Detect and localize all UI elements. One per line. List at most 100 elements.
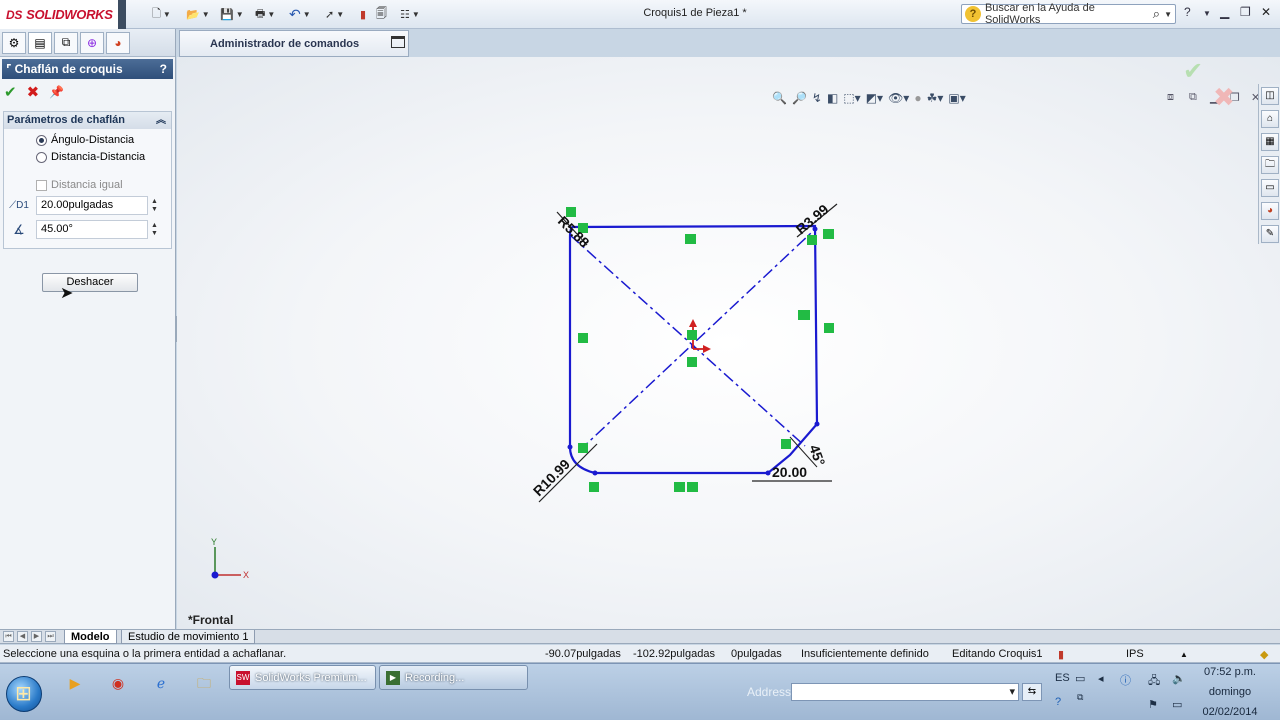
undo-toolbar-button[interactable]: ↶ ▼: [289, 5, 311, 23]
tab-modelo[interactable]: Modelo: [64, 630, 117, 644]
sketch-outline[interactable]: [538, 203, 838, 503]
relation-icon[interactable]: [589, 482, 599, 492]
sketch-canvas[interactable]: R5.88 R3.99 R10.99 20.00 45° Y X: [177, 57, 1280, 629]
distance-spinner[interactable]: ▲ ▼: [151, 198, 161, 214]
equal-distance-checkbox[interactable]: Distancia igual: [36, 179, 123, 191]
keyboard-icon[interactable]: ▭: [1075, 672, 1085, 685]
new-document-button[interactable]: 🗋 ▼: [152, 5, 171, 23]
sketch-point[interactable]: [765, 470, 771, 476]
design-library-icon[interactable]: ▦: [1261, 133, 1279, 151]
window-maximize-icon[interactable]: [391, 36, 405, 48]
relation-icon[interactable]: [687, 330, 697, 340]
solidworks-logo[interactable]: DS SOLIDWORKS: [0, 0, 118, 29]
next-tab-icon[interactable]: ▶: [31, 631, 42, 642]
resources-icon[interactable]: ◫: [1261, 87, 1279, 105]
tray-expand-icon[interactable]: ◂: [1098, 672, 1104, 685]
language-indicator[interactable]: ES: [1055, 672, 1070, 684]
tag-icon[interactable]: ◆: [1260, 648, 1268, 661]
volume-icon[interactable]: 🔈: [1172, 672, 1186, 685]
horizontal-relation-icon[interactable]: [685, 234, 696, 244]
checkbox-box[interactable]: [36, 179, 47, 191]
taskbar-item-recording[interactable]: ▶ Recording...: [379, 665, 528, 690]
dimension-bottom-left[interactable]: R10.99: [530, 456, 573, 499]
chevron-down-icon[interactable]: ▼: [412, 10, 420, 19]
chevron-down-icon[interactable]: ▼: [1164, 10, 1172, 19]
chevron-down-icon[interactable]: ▼: [1203, 9, 1211, 18]
feature-manager-tab[interactable]: ⚙: [2, 31, 26, 54]
custom-properties-icon[interactable]: ✎: [1261, 225, 1279, 243]
home-icon[interactable]: ⌂: [1261, 110, 1279, 128]
view-palette-icon[interactable]: ▭: [1261, 179, 1279, 197]
relation-icon[interactable]: [578, 443, 588, 453]
radio-angle-distance[interactable]: Ángulo-Distancia: [36, 134, 134, 146]
file-explorer-icon[interactable]: 🗀: [1261, 156, 1279, 174]
print-button[interactable]: 🖶 ▼: [255, 5, 275, 23]
options-button[interactable]: ☷ ▼: [400, 5, 420, 23]
screen-icon[interactable]: ▭: [1172, 698, 1182, 711]
chrome-icon[interactable]: ◉: [105, 670, 131, 696]
radio-dot[interactable]: [36, 134, 47, 146]
radio-distance-distance[interactable]: Distancia-Distancia: [36, 151, 145, 163]
address-input[interactable]: [791, 683, 1019, 701]
save-button[interactable]: 💾 ▼: [220, 5, 244, 23]
flag-icon[interactable]: ⚑: [1148, 698, 1158, 711]
relation-icon[interactable]: [807, 235, 817, 245]
chevron-down-icon[interactable]: ▼: [267, 10, 275, 19]
undo-button[interactable]: Deshacer: [42, 273, 138, 292]
help-tray-icon[interactable]: ?: [1055, 696, 1061, 708]
help-search-box[interactable]: ? Buscar en la Ayuda de SolidWorks ⌕ ▼: [961, 2, 1176, 26]
explorer-folder-icon[interactable]: 🗀: [191, 670, 217, 696]
relation-icon[interactable]: [798, 310, 810, 320]
tab-motion-study[interactable]: Estudio de movimiento 1: [121, 630, 256, 644]
sketch-point[interactable]: [567, 444, 573, 450]
restore-icon[interactable]: ❐: [1240, 5, 1251, 19]
rebuild-status-icon[interactable]: ▮: [1058, 648, 1064, 661]
help-menu-icon[interactable]: ?: [1184, 5, 1191, 19]
vertical-relation-icon[interactable]: [578, 333, 588, 343]
confirm-cancel-x-icon[interactable]: ✖: [1213, 82, 1235, 113]
relation-icon[interactable]: [687, 357, 697, 367]
cancel-x-icon[interactable]: ✖: [27, 83, 40, 101]
pushpin-icon[interactable]: 📌: [49, 85, 64, 99]
command-manager-bar[interactable]: Administrador de comandos: [179, 30, 409, 57]
clock-time[interactable]: 07:52 p.m.: [1200, 666, 1260, 678]
taskbar-item-solidworks[interactable]: SW SolidWorks Premium...: [229, 665, 376, 690]
close-icon[interactable]: ✕: [1261, 5, 1271, 19]
relation-icon[interactable]: [687, 482, 698, 492]
relation-icon[interactable]: [823, 229, 834, 239]
display-manager-tab[interactable]: ◕: [106, 31, 130, 54]
rebuild-button[interactable]: ▮: [360, 5, 366, 23]
property-manager-tab[interactable]: ▤: [28, 31, 52, 54]
start-button[interactable]: [6, 676, 42, 712]
ok-check-icon[interactable]: ✔: [4, 83, 17, 101]
configuration-manager-tab[interactable]: ⧉: [54, 31, 78, 54]
confirm-ok-check-icon[interactable]: ✔: [1183, 57, 1203, 86]
appearances-icon[interactable]: ◕: [1261, 202, 1279, 220]
select-button[interactable]: ➚ ▼: [325, 5, 344, 23]
go-arrow-icon[interactable]: ⇆: [1022, 683, 1042, 701]
angle-input[interactable]: 45.00°: [36, 220, 148, 239]
minimize-icon[interactable]: ▁: [1220, 5, 1229, 19]
first-tab-icon[interactable]: ⏮: [3, 631, 14, 642]
chevron-down-icon[interactable]: ▼: [163, 10, 171, 19]
chevron-down-icon[interactable]: ▼: [303, 10, 311, 19]
network-icon[interactable]: 🖧: [1148, 672, 1160, 691]
small-window-icon[interactable]: ⧉: [1077, 692, 1083, 703]
angle-spinner[interactable]: ▲ ▼: [151, 222, 161, 238]
menu-flyout-arrow[interactable]: [118, 0, 126, 29]
dimension-chamfer-distance[interactable]: 20.00: [772, 464, 807, 480]
media-player-icon[interactable]: ▶: [62, 670, 88, 696]
chevron-down-icon[interactable]: ▼: [336, 10, 344, 19]
radio-dot[interactable]: [36, 151, 47, 163]
internet-explorer-icon[interactable]: ℯ: [148, 670, 174, 696]
info-icon[interactable]: ⓘ: [1120, 672, 1131, 688]
chevron-down-icon[interactable]: ▼: [236, 10, 244, 19]
dimension-chamfer-angle[interactable]: 45°: [806, 443, 828, 468]
vertical-relation-icon[interactable]: [824, 323, 834, 333]
last-tab-icon[interactable]: ⏭: [45, 631, 56, 642]
help-icon[interactable]: ?: [160, 62, 167, 76]
horizontal-relation-icon[interactable]: [674, 482, 685, 492]
dimxpert-tab[interactable]: ⊕: [80, 31, 104, 54]
relation-icon[interactable]: [781, 439, 791, 449]
distance-input[interactable]: 20.00pulgadas: [36, 196, 148, 215]
